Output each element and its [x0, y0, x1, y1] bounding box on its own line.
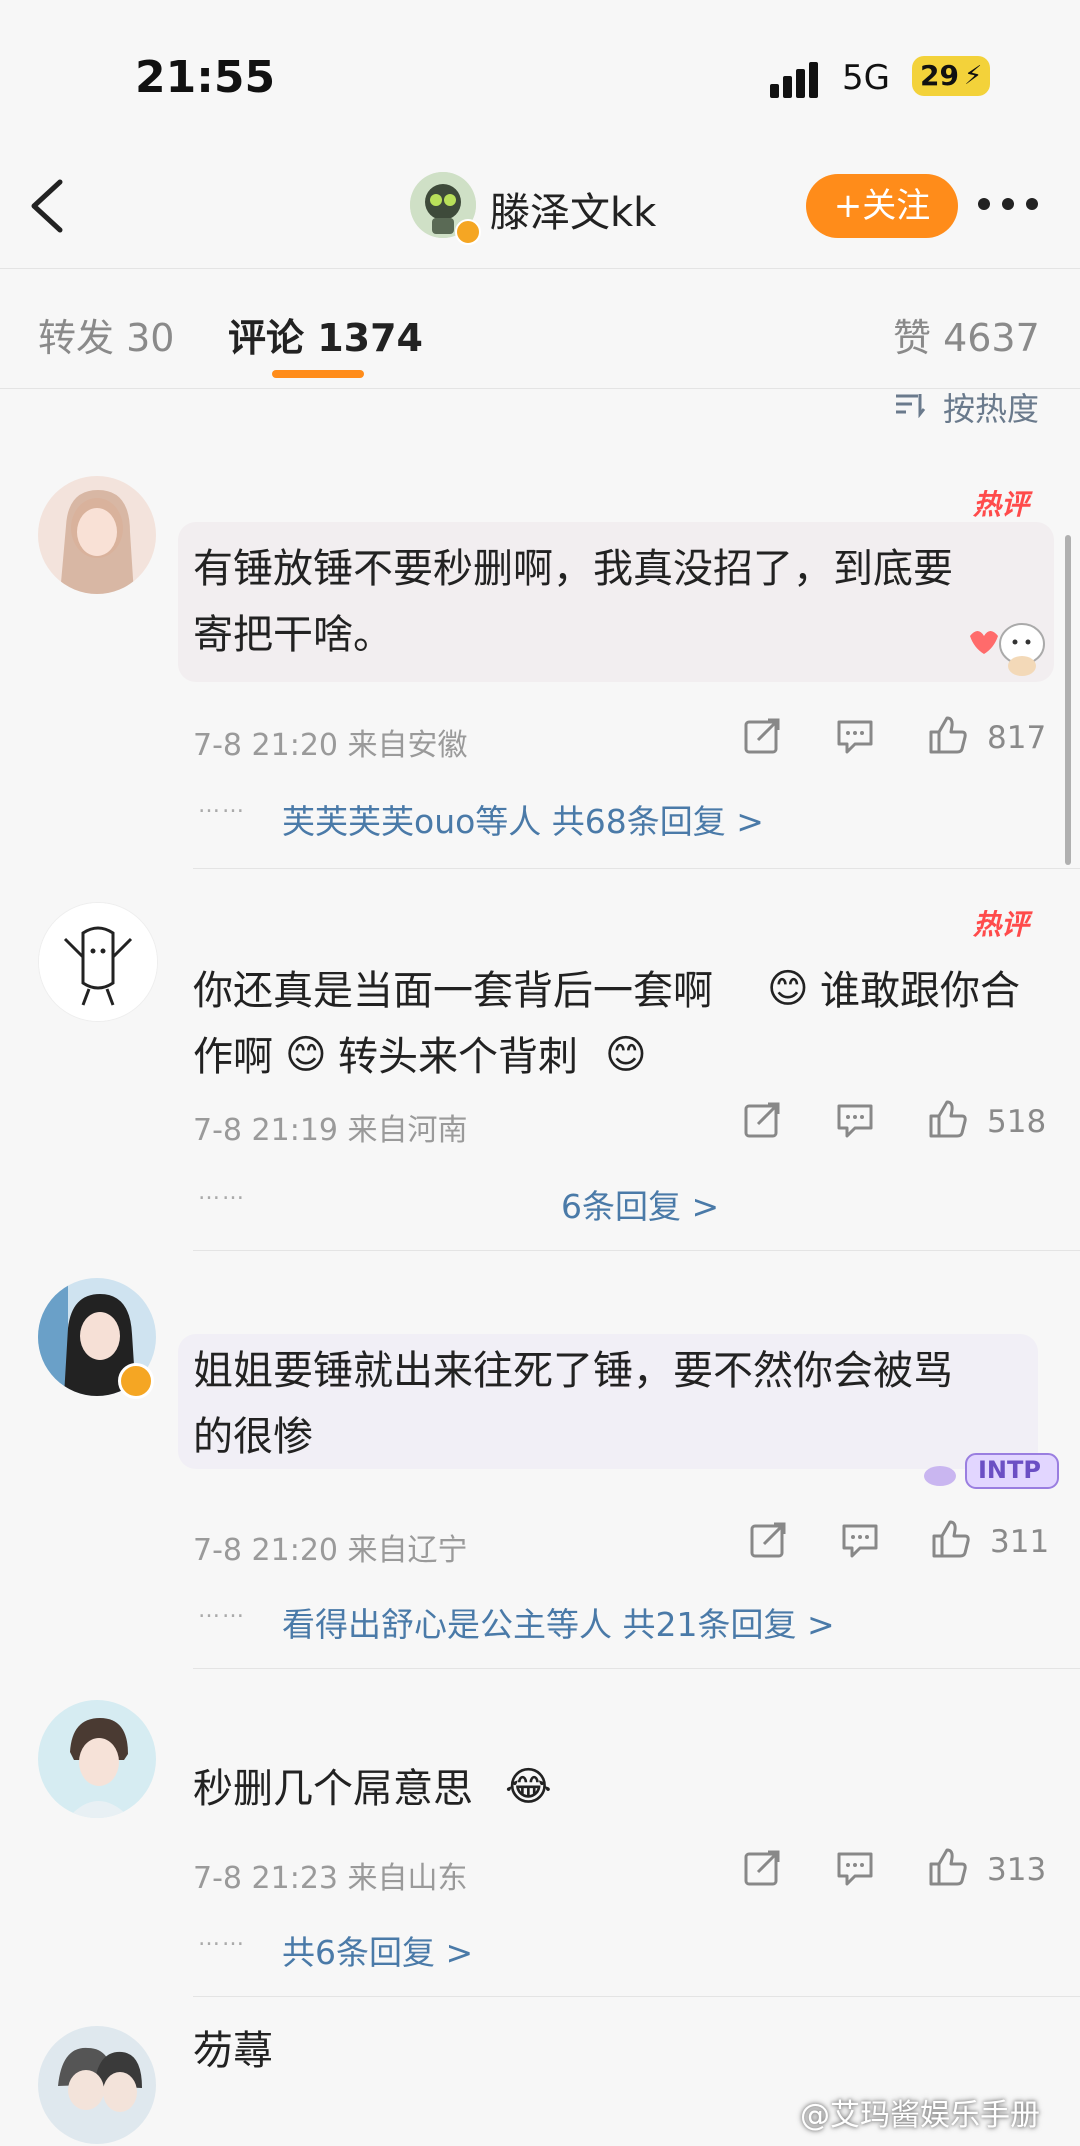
bear-sticker-icon: [960, 608, 1050, 678]
view-replies-link[interactable]: 看得出舒心是公主等人 共21条回复 >: [282, 1598, 835, 1646]
view-replies-link[interactable]: 6条回复 >: [561, 1180, 719, 1228]
comment-text: 芴蕁: [193, 2028, 273, 2074]
author-nickname[interactable]: 滕泽文kk: [490, 180, 656, 238]
like-icon[interactable]: [927, 1098, 967, 1138]
hot-comment-badge: 热评: [973, 488, 1030, 521]
commenter-avatar[interactable]: [38, 1700, 156, 1818]
hot-comment-badge: 热评: [973, 908, 1030, 941]
comment-icon[interactable]: [835, 1100, 875, 1140]
like-count: 518: [987, 1104, 1047, 1140]
comment-text: 秒删几个屌意思: [193, 1766, 473, 1812]
laugh-cry-emoji-icon: 😂: [505, 1764, 552, 1810]
comment-text: 寄把干啥。: [193, 612, 393, 658]
like-count: 817: [987, 720, 1047, 756]
comment-text: 的很惨: [193, 1414, 313, 1460]
like-count: 313: [987, 1852, 1047, 1888]
comment-text: 谁敢跟你合: [820, 968, 1020, 1014]
battery-icon: 29 ⚡: [912, 56, 990, 96]
signal-icon: [770, 62, 824, 98]
view-replies-link[interactable]: 芙芙芙芙ouo等人 共68条回复 >: [282, 795, 764, 843]
share-icon[interactable]: [742, 716, 782, 756]
like-icon[interactable]: [927, 1846, 967, 1886]
back-arrow-icon[interactable]: [26, 176, 68, 236]
more-options-icon[interactable]: [978, 192, 1042, 216]
comment-meta: 7-8 21:23 来自山东: [193, 1861, 468, 1896]
comment-text: 你还真是当面一套背后一套啊: [193, 968, 713, 1014]
comment-icon[interactable]: [835, 716, 875, 756]
comment-text: 姐姐要锤就出来往死了锤，要不然你会被骂: [193, 1348, 953, 1394]
comment-divider: [193, 1996, 1080, 1997]
share-icon[interactable]: [742, 1848, 782, 1888]
sort-by-hot[interactable]: 按热度: [943, 384, 1039, 430]
verified-badge-icon: [118, 1363, 154, 1399]
comment-meta: 7-8 21:20 来自安徽: [193, 728, 468, 763]
comment-meta: 7-8 21:19 来自河南: [193, 1113, 468, 1148]
tab-repost[interactable]: 转发 30: [38, 307, 174, 362]
status-time: 21:55: [135, 52, 276, 103]
network-label: 5G: [842, 58, 890, 98]
smile-emoji-icon: 😊: [285, 1032, 327, 1078]
watermark: @艾玛酱娱乐手册: [800, 2098, 1040, 2133]
like-icon[interactable]: [927, 714, 967, 754]
share-icon[interactable]: [742, 1100, 782, 1140]
tabs-divider: [0, 388, 1080, 389]
like-icon[interactable]: [930, 1518, 970, 1558]
comment-icon[interactable]: [840, 1520, 880, 1560]
comment-divider: [193, 1250, 1080, 1251]
follow-button[interactable]: +关注: [806, 174, 958, 238]
battery-level: 29: [920, 59, 959, 92]
reply-dots: ……: [198, 1180, 246, 1205]
nav-divider: [0, 268, 1080, 269]
smile-emoji-icon: 😊: [605, 1032, 647, 1078]
share-icon[interactable]: [748, 1520, 788, 1560]
commenter-avatar[interactable]: [38, 2026, 156, 2144]
reply-dots: ……: [198, 793, 246, 818]
comment-meta: 7-8 21:20 来自辽宁: [193, 1533, 468, 1568]
tab-likes[interactable]: 赞 4637: [893, 307, 1040, 362]
reply-dots: ……: [198, 1926, 246, 1951]
scrollbar[interactable]: [1065, 535, 1071, 865]
commenter-avatar[interactable]: [38, 902, 158, 1022]
tab-comments[interactable]: 评论 1374: [228, 307, 423, 362]
verified-badge-icon: [455, 219, 481, 245]
active-tab-indicator: [272, 370, 364, 378]
view-replies-link[interactable]: 共6条回复 >: [282, 1926, 473, 1974]
comment-icon[interactable]: [835, 1848, 875, 1888]
comment-divider: [193, 868, 1080, 869]
sticker-text: INTP: [978, 1456, 1041, 1484]
comment-text: 转头来个背刺: [338, 1034, 578, 1080]
commenter-avatar[interactable]: [38, 476, 156, 594]
sort-icon[interactable]: [894, 390, 926, 418]
reply-dots: ……: [198, 1598, 246, 1623]
charging-icon: ⚡: [964, 61, 983, 91]
comment-divider: [193, 1668, 1080, 1669]
like-count: 311: [990, 1524, 1050, 1560]
smile-emoji-icon: 😊: [767, 966, 809, 1012]
comment-text: 作啊: [193, 1034, 273, 1080]
intp-sticker-icon: INTP: [916, 1448, 1064, 1492]
comment-text: 有锤放锤不要秒删啊，我真没招了，到底要: [193, 546, 953, 592]
